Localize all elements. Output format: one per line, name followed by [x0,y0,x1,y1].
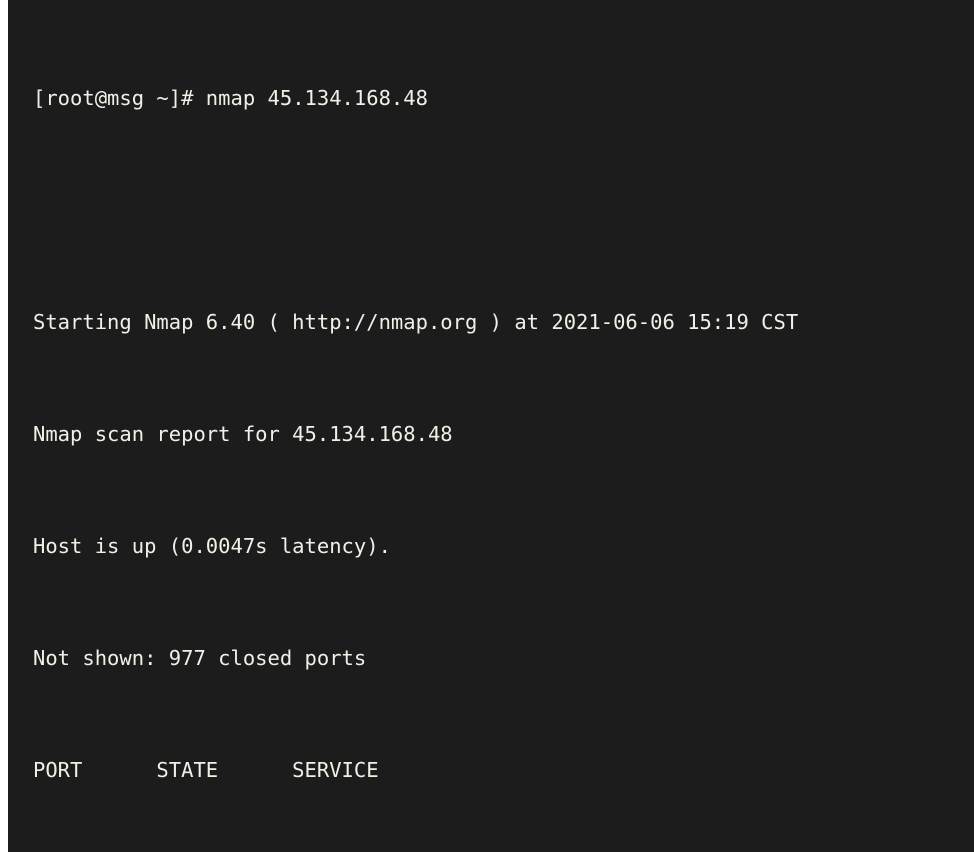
shell-command: nmap 45.134.168.48 [205,86,428,110]
terminal-window[interactable]: [root@msg ~]# nmap 45.134.168.48 Startin… [0,0,974,852]
port-table-header: PORT STATE SERVICE [33,758,379,782]
terminal-screen[interactable]: [root@msg ~]# nmap 45.134.168.48 Startin… [8,0,974,852]
shell-prompt: [root@msg ~]# [33,86,206,110]
host-status-line: Host is up (0.0047s latency). [33,534,391,558]
not-shown-line: Not shown: 977 closed ports [33,646,367,670]
nmap-scan-report-line: Nmap scan report for 45.134.168.48 [33,422,453,446]
shell-prompt-line: [root@msg ~]# nmap 45.134.168.48 [33,84,974,112]
console-output: [root@msg ~]# nmap 45.134.168.48 Startin… [33,0,974,852]
nmap-starting-line: Starting Nmap 6.40 ( http://nmap.org ) a… [33,310,799,334]
